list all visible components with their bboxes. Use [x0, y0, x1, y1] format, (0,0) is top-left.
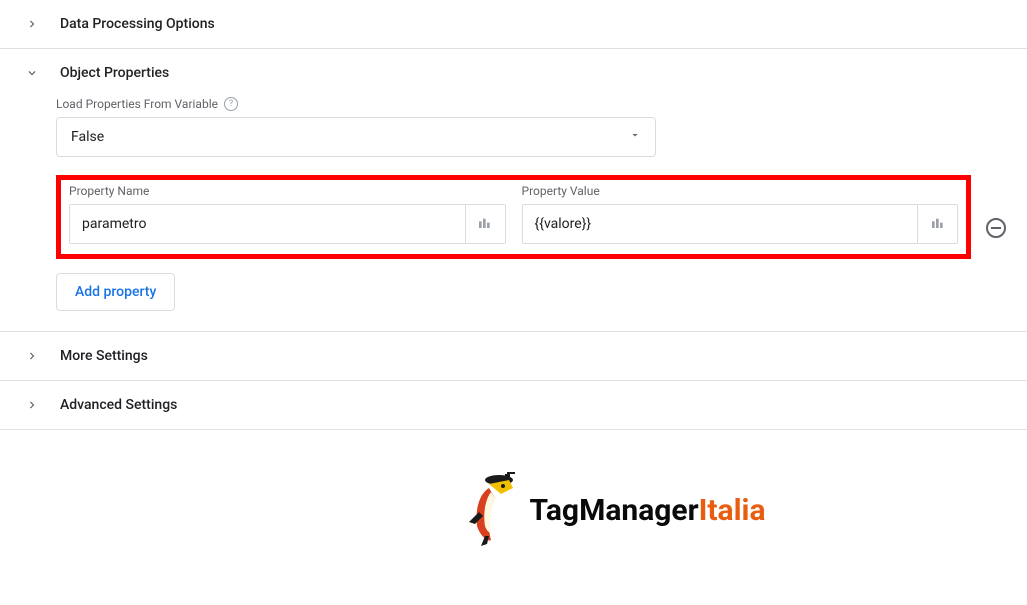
section-object-properties[interactable]: Object Properties	[0, 49, 1027, 97]
chevron-right-icon	[24, 16, 40, 32]
logo-brand-a: TagManager	[529, 493, 698, 528]
object-properties-body: Load Properties From Variable ? False Pr…	[0, 97, 1027, 331]
section-advanced-settings[interactable]: Advanced Settings	[0, 381, 1027, 429]
section-title: Advanced Settings	[60, 397, 177, 413]
property-name-input[interactable]	[70, 205, 465, 243]
load-properties-select[interactable]: False	[56, 117, 656, 157]
property-value-input[interactable]	[523, 205, 918, 243]
chevron-down-icon	[24, 65, 40, 81]
property-name-label: Property Name	[69, 184, 506, 198]
section-title: Data Processing Options	[60, 16, 215, 32]
select-value: False	[71, 129, 104, 145]
logo-text: TagManagerItalia	[529, 493, 765, 528]
load-properties-label: Load Properties From Variable ?	[56, 97, 971, 111]
section-more-settings[interactable]: More Settings	[0, 332, 1027, 380]
chevron-right-icon	[24, 348, 40, 364]
dropdown-arrow-icon	[629, 129, 641, 145]
property-value-label: Property Value	[522, 184, 959, 198]
variable-picker-icon[interactable]	[465, 205, 505, 243]
section-title: Object Properties	[60, 65, 169, 81]
logo-brand-b: Italia	[699, 493, 766, 528]
section-title: More Settings	[60, 348, 148, 364]
variable-picker-icon[interactable]	[917, 205, 957, 243]
add-property-button[interactable]: Add property	[56, 273, 175, 311]
section-data-processing[interactable]: Data Processing Options	[0, 0, 1027, 48]
woodpecker-icon	[461, 470, 521, 550]
highlight-annotation: Property Name Property Value	[56, 175, 971, 259]
remove-row-button[interactable]	[986, 218, 1006, 238]
help-icon[interactable]: ?	[224, 97, 238, 111]
footer-logo: TagManagerItalia	[0, 430, 1027, 580]
chevron-right-icon	[24, 397, 40, 413]
label-text: Load Properties From Variable	[56, 97, 218, 111]
